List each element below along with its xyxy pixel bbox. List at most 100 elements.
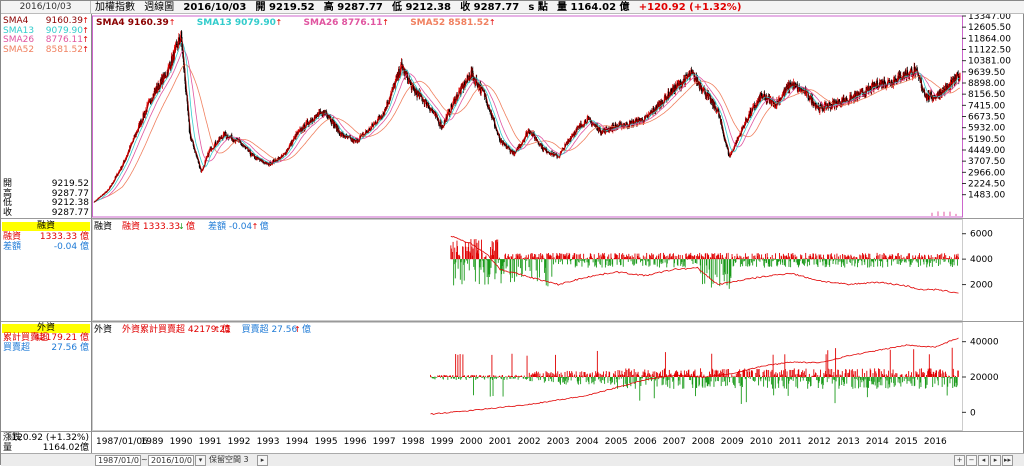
change-row-label: 量	[3, 443, 12, 453]
ohlc-row: 低 9212.38	[3, 198, 89, 208]
legend-unit: 億	[302, 323, 311, 335]
sma-row-value: 9079.90	[46, 26, 83, 36]
legend-unit: 億	[260, 220, 269, 232]
margin-header: 融資	[2, 222, 90, 231]
change-value: +120.92 (+1.32%)	[639, 2, 742, 13]
up-arrow-icon: ↑	[82, 16, 89, 26]
high-value: 高 9287.77	[324, 2, 383, 13]
ohlc-row-label: 高	[3, 189, 12, 199]
legend-margin: 融資 1333.33	[122, 220, 180, 232]
foreign-row-value: 42179.21 億	[34, 333, 89, 343]
sma-legend: SMA13 9079.90	[197, 18, 276, 28]
y-tick-label: 13347.00	[968, 14, 1011, 22]
margin-row-value: 1333.33 億	[40, 232, 89, 242]
ohlc-row: 開 9219.52	[3, 179, 89, 189]
up-arrow-icon: ↑	[82, 35, 89, 45]
candle-body	[935, 98, 936, 99]
sma-row: SMA52 8581.52↑	[3, 45, 89, 55]
y-tick-label: 2966.00	[968, 168, 1005, 178]
pane-title: 外資	[94, 323, 112, 335]
ohlc-row-value: 9287.77	[52, 189, 89, 199]
period-label[interactable]: 週線圖	[144, 2, 174, 13]
sma-legend: SMA4 9160.39	[96, 18, 169, 28]
margin-info-panel: 融資 融資1333.33 億差額-0.04 億	[1, 219, 92, 322]
y-tick-label: 0	[970, 408, 976, 418]
close-unit: s 點	[528, 2, 547, 13]
quote-date: 2016/10/03	[183, 2, 246, 13]
up-arrow-icon: ↑	[82, 45, 89, 55]
y-tick-label: 5932.00	[968, 124, 1005, 134]
candle-body	[905, 73, 906, 74]
y-tick-label: 7415.00	[968, 101, 1005, 111]
down-arrow-icon: ↓	[178, 222, 185, 231]
sma-row-value: 9160.39	[46, 16, 83, 26]
ohlc-row-value: 9219.52	[52, 179, 89, 189]
left-date: 2016/10/03	[1, 1, 91, 14]
foreign-bars	[431, 348, 959, 404]
margin-chart[interactable]: 融資融資 1333.33↓億差額 -0.04↑億600040002000	[92, 219, 1024, 322]
quote-info: 加權指數 週線圖 2016/10/03 開 9219.52 高 9287.77 …	[95, 1, 747, 14]
foreign-row-value: 27.56 億	[51, 343, 89, 353]
ohlc-row-label: 開	[3, 179, 12, 189]
sma13-line	[94, 43, 960, 203]
change-row-value: 1164.02億	[43, 443, 89, 453]
sma-row: SMA26 8776.11↑	[3, 35, 89, 45]
sma-row-label: SMA4	[3, 16, 28, 26]
margin-row-label: 融資	[3, 232, 21, 242]
up-arrow-icon: ↑	[252, 222, 259, 231]
quote-header: 2016/10/03 加權指數 週線圖 2016/10/03 開 9219.52…	[1, 1, 1024, 14]
foreign-pane: 外資外資累計買賣超 42179.21↑億買賣超 27.56↑億400002000…	[92, 322, 1024, 432]
y-tick-label: 4449.00	[968, 146, 1005, 156]
y-tick-label: 20000	[970, 373, 999, 383]
margin-row: 差額-0.04 億	[3, 242, 89, 252]
sma-row-value: 8581.52	[46, 45, 83, 55]
ohlc-row-value: 9212.38	[52, 198, 89, 208]
up-arrow-icon: ↑	[214, 325, 221, 334]
margin-bars	[451, 239, 959, 289]
plot-frame	[93, 16, 963, 217]
margin-pane: 融資融資 1333.33↓億差額 -0.04↑億600040002000	[92, 219, 1024, 322]
sma4-line	[94, 39, 960, 203]
plot-frame	[93, 220, 963, 321]
up-arrow-icon: ↑	[276, 18, 283, 27]
change-info-panel: 漲跌120.92 (+1.32%)量 1164.02億	[1, 432, 92, 453]
y-tick-label: 2000	[970, 281, 993, 291]
y-tick-label: 8898.00	[968, 79, 1005, 89]
price-chart[interactable]: 13347.0012605.5011864.0011122.5010381.00…	[92, 14, 1024, 219]
sma26-line	[94, 51, 960, 203]
y-tick-label: 12605.50	[968, 23, 1011, 33]
legend-net: 買賣超 27.56	[242, 323, 298, 335]
pane-title: 融資	[94, 220, 112, 232]
foreign-row: 買賣超27.56 億	[3, 343, 89, 353]
sma-row-value: 8776.11	[46, 35, 83, 45]
y-tick-label: 4000	[970, 255, 993, 265]
volume-value: 量 1164.02 億	[557, 2, 630, 13]
legend-unit: 億	[186, 220, 195, 232]
ohlc-row: 高 9287.77	[3, 189, 89, 199]
index-name: 加權指數	[95, 2, 135, 13]
foreign-info-panel: 外資 累計買賣超42179.21 億買賣超27.56 億	[1, 322, 92, 432]
y-tick-label: 3707.50	[968, 157, 1005, 167]
sma-row: SMA4 9160.39↑	[3, 16, 89, 26]
y-tick-label: 6000	[970, 230, 993, 240]
sma-row-label: SMA26	[3, 35, 34, 45]
ohlc-row-value: 9287.77	[52, 208, 89, 218]
y-tick-label: 2224.50	[968, 180, 1005, 190]
y-tick-label: 11122.50	[968, 46, 1011, 56]
legend-diff: 差額 -0.04	[208, 220, 252, 232]
sma-legend: SMA26 8776.11	[304, 18, 383, 28]
y-tick-label: 9639.50	[968, 68, 1005, 78]
sma-legend: SMA52 8581.52	[410, 18, 489, 28]
change-row: 漲跌120.92 (+1.32%)	[3, 433, 89, 443]
foreign-chart[interactable]: 外資外資累計買賣超 42179.21↑億買賣超 27.56↑億400002000…	[92, 322, 1024, 432]
up-arrow-icon: ↑	[294, 325, 301, 334]
change-row: 量 1164.02億	[3, 443, 89, 453]
sma-row: SMA139079.90↑	[3, 26, 89, 36]
ohlc-row-label: 低	[3, 198, 12, 208]
close-value: 收 9287.77	[460, 2, 519, 13]
sma-row-label: SMA13	[3, 26, 34, 36]
margin-row-value: -0.04 億	[54, 242, 89, 252]
sma-row-label: SMA52	[3, 45, 34, 55]
y-tick-label: 40000	[970, 338, 999, 348]
candle-body	[959, 73, 960, 80]
